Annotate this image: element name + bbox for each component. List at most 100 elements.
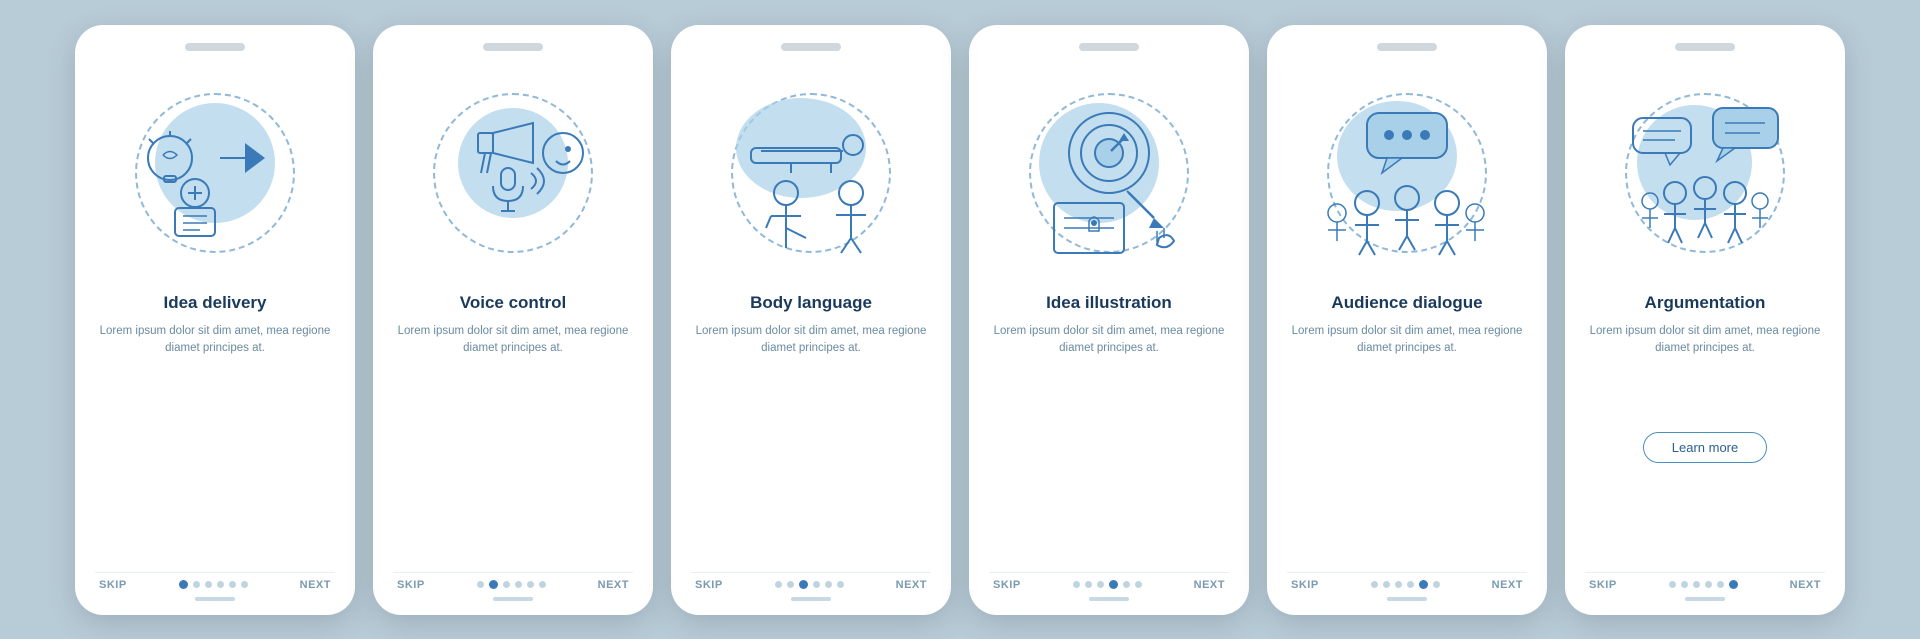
dot-3	[813, 581, 820, 588]
card-body: Lorem ipsum dolor sit dim amet, mea regi…	[1287, 323, 1527, 443]
svg-argumentation	[1605, 73, 1805, 273]
dot-4	[1717, 581, 1724, 588]
dots-indicator	[1371, 580, 1440, 589]
illustration-idea-illustration	[999, 63, 1219, 283]
phone-notch	[1377, 43, 1437, 51]
dots-indicator	[775, 580, 844, 589]
phone-notch	[1079, 43, 1139, 51]
dot-4	[527, 581, 534, 588]
skip-button[interactable]: SKIP	[99, 579, 127, 591]
dot-4	[825, 581, 832, 588]
dot-4	[229, 581, 236, 588]
illustration-voice-control	[403, 63, 623, 283]
dot-3	[1705, 581, 1712, 588]
scroll-bar	[1089, 597, 1129, 601]
phone-bottom: SKIP NEXT	[95, 572, 335, 591]
phone-bottom: SKIP NEXT	[393, 572, 633, 591]
skip-button[interactable]: SKIP	[695, 579, 723, 591]
card-title: Idea illustration	[1046, 293, 1172, 313]
svg-audience-dialogue	[1307, 73, 1507, 273]
next-button[interactable]: NEXT	[1492, 579, 1523, 591]
dot-1	[1085, 581, 1092, 588]
dot-5	[241, 581, 248, 588]
phone-card-idea-delivery: Idea delivery Lorem ipsum dolor sit dim …	[75, 25, 355, 615]
dot-4	[1123, 581, 1130, 588]
dot-2	[1693, 581, 1700, 588]
dot-4	[1419, 580, 1428, 589]
next-button[interactable]: NEXT	[598, 579, 629, 591]
svg-voice-control	[413, 73, 613, 273]
card-title: Idea delivery	[163, 293, 266, 313]
dots-indicator	[477, 580, 546, 589]
dot-3	[217, 581, 224, 588]
skip-button[interactable]: SKIP	[1589, 579, 1617, 591]
phone-bottom: SKIP NEXT	[691, 572, 931, 591]
scroll-bar	[1387, 597, 1427, 601]
dot-5	[1433, 581, 1440, 588]
dot-3	[1109, 580, 1118, 589]
phone-bottom: SKIP NEXT	[989, 572, 1229, 591]
card-body: Lorem ipsum dolor sit dim amet, mea regi…	[1585, 323, 1825, 422]
scroll-bar	[493, 597, 533, 601]
dots-indicator	[179, 580, 248, 589]
illustration-body-language	[701, 63, 921, 283]
phone-card-voice-control: Voice control Lorem ipsum dolor sit dim …	[373, 25, 653, 615]
illustration-idea-delivery	[105, 63, 325, 283]
dot-1	[1681, 581, 1688, 588]
illustration-argumentation	[1595, 63, 1815, 283]
next-button[interactable]: NEXT	[896, 579, 927, 591]
dot-0	[179, 580, 188, 589]
skip-button[interactable]: SKIP	[397, 579, 425, 591]
dot-2	[1395, 581, 1402, 588]
dot-2	[1097, 581, 1104, 588]
phone-card-audience-dialogue: Audience dialogue Lorem ipsum dolor sit …	[1267, 25, 1547, 615]
phone-card-body-language: Body language Lorem ipsum dolor sit dim …	[671, 25, 951, 615]
dot-0	[775, 581, 782, 588]
phone-notch	[185, 43, 245, 51]
scroll-bar	[195, 597, 235, 601]
next-button[interactable]: NEXT	[300, 579, 331, 591]
phone-notch	[1675, 43, 1735, 51]
dot-3	[1407, 581, 1414, 588]
dot-0	[1073, 581, 1080, 588]
dot-5	[1729, 580, 1738, 589]
svg-idea-delivery	[115, 73, 315, 273]
dot-1	[489, 580, 498, 589]
dots-indicator	[1669, 580, 1738, 589]
skip-button[interactable]: SKIP	[993, 579, 1021, 591]
illustration-audience-dialogue	[1297, 63, 1517, 283]
phone-bottom: SKIP NEXT	[1287, 572, 1527, 591]
dot-2	[503, 581, 510, 588]
dot-0	[1371, 581, 1378, 588]
svg-body-language	[711, 73, 911, 273]
dot-2	[205, 581, 212, 588]
scroll-bar	[1685, 597, 1725, 601]
dot-5	[1135, 581, 1142, 588]
dot-0	[1669, 581, 1676, 588]
phone-card-argumentation: Argumentation Lorem ipsum dolor sit dim …	[1565, 25, 1845, 615]
card-title: Argumentation	[1645, 293, 1766, 313]
learn-more-button[interactable]: Learn more	[1643, 432, 1767, 463]
next-button[interactable]: NEXT	[1790, 579, 1821, 591]
phone-notch	[483, 43, 543, 51]
phone-bottom: SKIP NEXT	[1585, 572, 1825, 591]
card-title: Audience dialogue	[1331, 293, 1482, 313]
dot-3	[515, 581, 522, 588]
dot-5	[539, 581, 546, 588]
card-body: Lorem ipsum dolor sit dim amet, mea regi…	[691, 323, 931, 443]
card-body: Lorem ipsum dolor sit dim amet, mea regi…	[393, 323, 633, 443]
dot-5	[837, 581, 844, 588]
dot-2	[799, 580, 808, 589]
next-button[interactable]: NEXT	[1194, 579, 1225, 591]
dot-0	[477, 581, 484, 588]
card-title: Voice control	[460, 293, 566, 313]
card-title: Body language	[750, 293, 872, 313]
svg-idea-illustration	[1009, 73, 1209, 273]
skip-button[interactable]: SKIP	[1291, 579, 1319, 591]
card-body: Lorem ipsum dolor sit dim amet, mea regi…	[95, 323, 335, 443]
phones-container: Idea delivery Lorem ipsum dolor sit dim …	[55, 5, 1865, 635]
dot-1	[787, 581, 794, 588]
card-body: Lorem ipsum dolor sit dim amet, mea regi…	[989, 323, 1229, 443]
phone-card-idea-illustration: Idea illustration Lorem ipsum dolor sit …	[969, 25, 1249, 615]
dots-indicator	[1073, 580, 1142, 589]
